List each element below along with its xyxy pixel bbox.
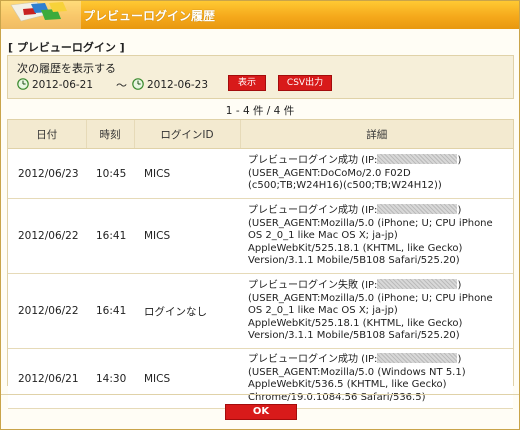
table-row: 2012/06/22 16:41 ログインなし プレビューログイン失敗 (IP:… <box>8 273 513 349</box>
ok-button[interactable]: OK <box>225 404 297 420</box>
header-detail: 詳細 <box>240 120 513 149</box>
from-date: 2012-06-21 <box>32 79 94 91</box>
detail-line: (c500;TB;W24H16)(c500;TB;W24H12)) <box>248 180 442 192</box>
cell-detail: プレビューログイン失敗 (IP:) (USER_AGENT:Mozilla/5.… <box>240 273 513 349</box>
status-close: ) <box>457 205 462 217</box>
masked-ip <box>377 353 458 363</box>
cell-date: 2012/06/22 <box>8 198 86 274</box>
cell-login-id: MICS <box>134 348 240 410</box>
table-row: 2012/06/21 14:30 MICS プレビューログイン成功 (IP:) … <box>8 348 513 410</box>
status-text: プレビューログイン失敗 (IP: <box>248 280 378 292</box>
cell-date: 2012/06/23 <box>8 148 86 199</box>
status-close: ) <box>457 354 462 365</box>
cell-date: 2012/06/21 <box>8 348 86 410</box>
status-close: ) <box>457 155 462 167</box>
history-table: 日付 時刻 ログインID 詳細 2012/06/23 10:45 MICS プレ… <box>8 120 513 410</box>
to-date: 2012-06-23 <box>147 79 209 91</box>
table-header-row: 日付 時刻 ログインID 詳細 <box>8 120 513 149</box>
cell-time: 16:41 <box>86 273 134 349</box>
clock-icon[interactable] <box>132 78 144 90</box>
cell-time: 14:30 <box>86 348 134 410</box>
date-range-panel: 次の履歴を表示する 2012-06-21 ～ 2012-06-23 表示 CSV… <box>7 55 514 99</box>
detail-line: (USER_AGENT:Mozilla/5.0 (Windows NT 5.1) <box>248 366 466 378</box>
status-text: プレビューログイン成功 (IP: <box>248 354 378 365</box>
logo-icon <box>1 1 81 29</box>
detail-line: (USER_AGENT:DoCoMo/2.0 F02D <box>248 167 411 179</box>
result-count: 1 - 4 件 / 4 件 <box>225 105 295 117</box>
detail-line: OS 2_0_1 like Mac OS X; ja-jp) <box>248 230 398 242</box>
to-date-picker[interactable]: 2012-06-23 <box>132 78 208 92</box>
show-button[interactable]: 表示 <box>228 75 266 91</box>
detail-line: Version/3.1.1 Mobile/5B108 Safari/525.20… <box>248 330 460 342</box>
cell-detail: プレビューログイン成功 (IP:) (USER_AGENT:Mozilla/5.… <box>240 348 513 410</box>
clock-icon[interactable] <box>17 78 29 90</box>
from-date-picker[interactable]: 2012-06-21 <box>17 78 93 92</box>
cell-detail: プレビューログイン成功 (IP:) (USER_AGENT:DoCoMo/2.0… <box>240 148 513 199</box>
cell-login-id: ログインなし <box>134 273 240 349</box>
masked-ip <box>377 154 458 165</box>
detail-line: Version/3.1.1 Mobile/5B108 Safari/525.20… <box>248 255 460 267</box>
cell-date: 2012/06/22 <box>8 273 86 349</box>
detail-line: AppleWebKit/536.5 (KHTML, like Gecko) <box>248 379 447 391</box>
status-text: プレビューログイン成功 (IP: <box>248 205 378 217</box>
status-text: プレビューログイン成功 (IP: <box>248 155 378 167</box>
masked-ip <box>377 204 458 215</box>
detail-line: (USER_AGENT:Mozilla/5.0 (iPhone; U; CPU … <box>248 292 493 304</box>
table-row: 2012/06/22 16:41 MICS プレビューログイン成功 (IP:) … <box>8 198 513 274</box>
header-time: 時刻 <box>86 120 135 149</box>
detail-line: AppleWebKit/525.18.1 (KHTML, like Gecko) <box>248 317 463 329</box>
csv-export-button[interactable]: CSV出力 <box>278 75 332 91</box>
range-label: 次の履歴を表示する <box>17 62 116 75</box>
detail-line: OS 2_0_1 like Mac OS X; ja-jp) <box>248 305 398 317</box>
header-login-id: ログインID <box>134 120 241 149</box>
detail-line: (USER_AGENT:Mozilla/5.0 (iPhone; U; CPU … <box>248 217 493 229</box>
cell-login-id: MICS <box>134 148 240 199</box>
footer-divider <box>1 394 519 395</box>
cell-login-id: MICS <box>134 198 240 274</box>
section-heading: [ プレビューログイン ] <box>8 41 125 54</box>
status-close: ) <box>457 280 462 292</box>
cell-time: 16:41 <box>86 198 134 274</box>
login-history-window: プレビューログイン履歴 [ プレビューログイン ] 次の履歴を表示する 2012… <box>0 0 520 430</box>
cell-detail: プレビューログイン成功 (IP:) (USER_AGENT:Mozilla/5.… <box>240 198 513 274</box>
table-row: 2012/06/23 10:45 MICS プレビューログイン成功 (IP:) … <box>8 148 513 199</box>
cell-time: 10:45 <box>86 148 134 199</box>
detail-line: AppleWebKit/525.18.1 (KHTML, like Gecko) <box>248 242 463 254</box>
header-date: 日付 <box>8 120 87 149</box>
window-title: プレビューログイン履歴 <box>83 9 216 23</box>
history-table-container: 日付 時刻 ログインID 詳細 2012/06/23 10:45 MICS プレ… <box>7 119 514 410</box>
title-bar: プレビューログイン履歴 <box>1 1 519 29</box>
range-separator: ～ <box>116 79 127 92</box>
masked-ip <box>377 279 458 290</box>
